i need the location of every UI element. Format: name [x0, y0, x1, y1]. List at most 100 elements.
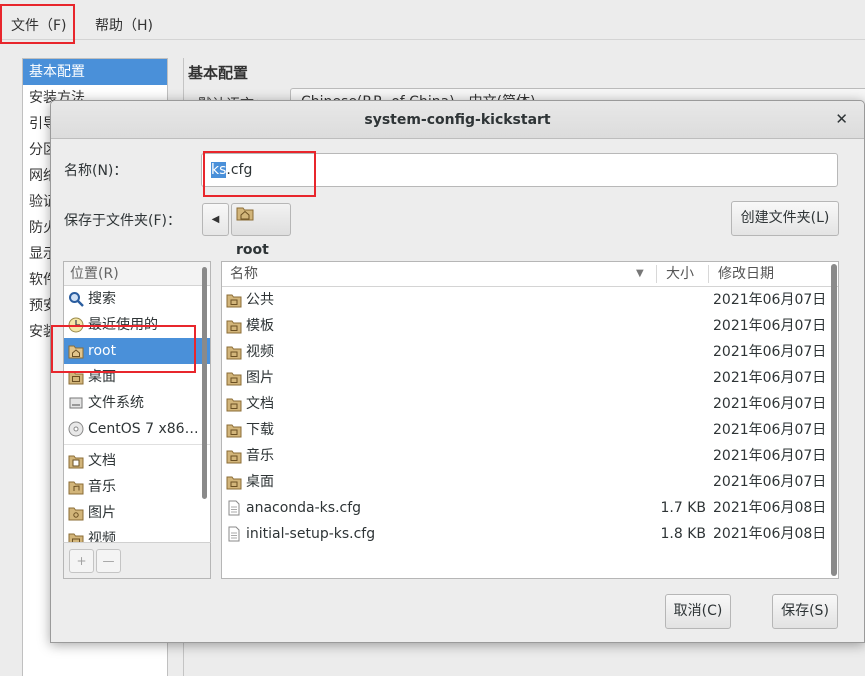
column-header-size[interactable]: 大小 [666, 262, 694, 286]
file-list-scrollbar[interactable] [829, 264, 838, 576]
file-date: 2021年06月07日 [713, 474, 827, 490]
close-icon[interactable]: ✕ [835, 110, 848, 128]
dialog-titlebar[interactable]: system-config-kickstart ✕ [51, 101, 864, 139]
drive-icon [68, 394, 84, 410]
file-date: 2021年06月07日 [713, 318, 827, 334]
scrollbar-thumb[interactable] [202, 267, 207, 499]
cancel-button[interactable]: 取消(C) [665, 594, 731, 629]
folder-icon [226, 421, 242, 437]
file-name: 下载 [246, 422, 274, 438]
file-row[interactable]: 图片 2021年06月07日 [222, 365, 838, 391]
file-name-cell: 音乐 [226, 443, 274, 469]
music-folder-icon [68, 478, 84, 494]
pictures-folder-icon [68, 504, 84, 520]
column-header-date[interactable]: 修改日期 [718, 262, 774, 286]
file-name-cell: 桌面 [226, 469, 274, 495]
sort-descending-icon: ▼ [636, 268, 644, 279]
file-row[interactable]: 桌面 2021年06月07日 [222, 469, 838, 495]
file-date: 2021年06月07日 [713, 448, 827, 464]
filename-label: 名称(N)： [64, 163, 128, 179]
file-date: 2021年06月07日 [713, 396, 827, 412]
home-folder-icon [236, 202, 254, 233]
file-name-cell: anaconda-ks.cfg [226, 495, 361, 521]
file-date: 2021年06月07日 [713, 422, 827, 438]
file-icon [226, 499, 242, 515]
places-toolbar: + — [63, 542, 211, 579]
file-name-cell: 下载 [226, 417, 274, 443]
folder-icon [226, 317, 242, 333]
file-list: 名称 ▼ 大小 修改日期 公共 2021年06月07日 模板 2021年06月07日视… [221, 261, 839, 579]
path-button-root[interactable]: root [231, 202, 291, 258]
highlight-box-filename [203, 151, 316, 197]
file-row[interactable]: anaconda-ks.cfg 1.7 KB 2021年06月08日 [222, 495, 838, 521]
folder-icon [226, 447, 242, 463]
places-scrollbar[interactable] [199, 263, 209, 539]
documents-folder-icon [68, 452, 84, 468]
file-size: 1.7 KB [660, 500, 707, 516]
chevron-left-icon: ◀ [211, 214, 220, 225]
file-list-header: 名称 ▼ 大小 修改日期 [222, 262, 838, 287]
file-date: 2021年06月08日 [713, 500, 827, 516]
folder-icon [226, 369, 242, 385]
menu-help[interactable]: 帮助（H) [95, 15, 153, 35]
places-sidebar: 位置(R) 搜索 最近使用的 root 桌面 文件系统 CentOS 7 x86… [63, 261, 211, 579]
category-item-basic[interactable]: 基本配置 [23, 59, 167, 85]
file-name: 公共 [246, 292, 274, 308]
create-folder-button[interactable]: 创建文件夹(L) [731, 201, 839, 236]
file-name-cell: 视频 [226, 339, 274, 365]
add-bookmark-button[interactable]: + [69, 549, 94, 573]
column-divider [708, 265, 709, 283]
highlight-box-root-place [51, 325, 196, 373]
file-row[interactable]: 模板 2021年06月07日 [222, 313, 838, 339]
remove-bookmark-button[interactable]: — [96, 549, 121, 573]
file-name: 视频 [246, 344, 274, 360]
disc-icon [68, 420, 84, 436]
file-name: 桌面 [246, 474, 274, 490]
search-icon [68, 290, 84, 307]
section-title: 基本配置 [188, 64, 249, 82]
column-divider [656, 265, 657, 283]
place-item-music[interactable]: 音乐 [64, 474, 210, 500]
file-name-cell: initial-setup-ks.cfg [226, 521, 375, 547]
place-item-centos-disc[interactable]: CentOS 7 x86… [64, 416, 210, 442]
file-row[interactable]: 下载 2021年06月07日 [222, 417, 838, 443]
file-name-cell: 文档 [226, 391, 274, 417]
path-back-button[interactable]: ◀ [202, 203, 229, 236]
place-label: 文件系统 [88, 395, 144, 411]
path-root-label: root [236, 242, 269, 258]
place-label: 图片 [88, 505, 116, 521]
file-name-cell: 公共 [226, 287, 274, 313]
scrollbar-thumb[interactable] [831, 264, 837, 576]
file-date: 2021年06月07日 [713, 292, 827, 308]
file-row[interactable]: initial-setup-ks.cfg 1.8 KB 2021年06月08日 [222, 521, 838, 547]
file-row[interactable]: 文档 2021年06月07日 [222, 391, 838, 417]
place-label: 文档 [88, 453, 116, 469]
file-rows: 公共 2021年06月07日 模板 2021年06月07日 视频 2021年06月07日图… [222, 287, 838, 547]
place-label: 音乐 [88, 479, 116, 495]
file-name: anaconda-ks.cfg [246, 500, 362, 516]
file-row[interactable]: 音乐 2021年06月07日 [222, 443, 838, 469]
place-item-filesystem[interactable]: 文件系统 [64, 390, 210, 416]
file-name: initial-setup-ks.cfg [246, 526, 376, 542]
places-header: 位置(R) [64, 262, 210, 286]
menubar: 文件（F) 帮助（H) [0, 0, 865, 40]
file-date: 2021年06月07日 [713, 370, 827, 386]
place-item-search[interactable]: 搜索 [64, 286, 210, 312]
file-date: 2021年06月07日 [713, 344, 827, 360]
file-name: 音乐 [246, 448, 274, 464]
file-size: 1.8 KB [660, 526, 707, 542]
file-name-cell: 图片 [226, 365, 274, 391]
place-item-pictures[interactable]: 图片 [64, 500, 210, 526]
column-header-name[interactable]: 名称 [230, 262, 258, 286]
file-row[interactable]: 视频 2021年06月07日 [222, 339, 838, 365]
file-icon [226, 525, 242, 541]
place-item-documents[interactable]: 文档 [64, 448, 210, 474]
file-name-cell: 模板 [226, 313, 274, 339]
folder-icon [226, 395, 242, 411]
file-name: 文档 [246, 396, 274, 412]
folder-icon [226, 473, 242, 489]
save-button[interactable]: 保存(S) [772, 594, 838, 629]
folder-icon [226, 291, 242, 307]
dialog-title: system-config-kickstart [364, 112, 551, 128]
file-row[interactable]: 公共 2021年06月07日 [222, 287, 838, 313]
